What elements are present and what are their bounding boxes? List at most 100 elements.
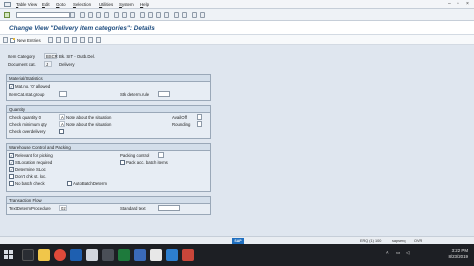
availoff-field[interactable]: [197, 114, 202, 120]
tray-up-icon[interactable]: ˄: [386, 250, 389, 255]
menu-help[interactable]: Help: [140, 2, 149, 7]
system-info[interactable]: ERQ (1) 100: [360, 239, 381, 243]
menu-utilities[interactable]: Utilities: [99, 2, 113, 7]
document-cat-field[interactable]: J: [44, 61, 52, 67]
previous-entry-icon[interactable]: [72, 37, 77, 43]
excel-icon[interactable]: [118, 249, 130, 261]
volume-icon[interactable]: ◁: [406, 250, 409, 256]
determine-sloc-label: Determine SLoc: [15, 167, 46, 172]
find-icon[interactable]: [122, 12, 127, 18]
word-icon[interactable]: [134, 249, 146, 261]
standard-text-field[interactable]: [158, 205, 180, 211]
check-minimum-qty-text: Note about the situation: [66, 122, 112, 127]
menu-bar: Table View Edit Goto Selection Utilities…: [0, 0, 474, 9]
page-title: Change View "Delivery item categories": …: [9, 25, 155, 32]
check-minimum-qty-field[interactable]: A: [59, 121, 65, 127]
find-next-icon[interactable]: [130, 12, 135, 18]
new-entries-label: New Entries: [17, 37, 41, 43]
work-area: Item Category BSCR Bk. SIT - Outb.Del. D…: [0, 45, 474, 244]
stk-determ-rule-label: Stk determ.rule: [120, 92, 150, 97]
stk-determ-rule-field[interactable]: [158, 91, 170, 97]
relevant-for-picking-label: Relevant for picking: [15, 153, 53, 158]
back-icon[interactable]: [88, 12, 93, 18]
print-icon[interactable]: [114, 12, 119, 18]
new-entries-button[interactable]: New Entries: [10, 37, 41, 43]
sloc-required-checkbox[interactable]: ✓: [9, 160, 14, 165]
availoff-label: AvailOff: [172, 115, 187, 120]
determine-sloc-checkbox[interactable]: ✓: [9, 167, 14, 172]
close-icon[interactable]: ×: [466, 1, 469, 7]
relevant-for-picking-checkbox[interactable]: ✓: [9, 153, 14, 158]
new-session-icon[interactable]: [174, 12, 179, 18]
next-entry-icon[interactable]: [80, 37, 85, 43]
layout-icon[interactable]: [200, 12, 205, 18]
item-category-label: Item Category: [8, 54, 35, 59]
pack-acc-batch-items-checkbox[interactable]: [120, 160, 125, 165]
menu-selection[interactable]: Selection: [73, 2, 91, 7]
standard-text-label: Standard text: [120, 206, 146, 211]
quantity-title: Quantity: [7, 106, 210, 113]
undo-icon[interactable]: [64, 37, 69, 43]
shortcut-icon[interactable]: [182, 12, 187, 18]
warehouse-title: Warehouse Control and Packing: [7, 144, 210, 151]
command-history-icon[interactable]: [70, 12, 75, 18]
outlook-icon[interactable]: [70, 249, 82, 261]
document-cat-description: Delivery: [59, 62, 75, 67]
notes-icon[interactable]: [150, 249, 162, 261]
copy-icon[interactable]: [48, 37, 53, 43]
rounding-field[interactable]: [197, 121, 202, 127]
text-determ-procedure-field[interactable]: 02: [59, 205, 67, 211]
save-icon[interactable]: [80, 12, 85, 18]
new-entries-icon: [10, 37, 15, 43]
enter-icon[interactable]: [4, 12, 10, 18]
sloc-required-label: StLocation required: [15, 160, 53, 165]
network-icon[interactable]: ▭: [396, 250, 400, 256]
deselect-all-icon[interactable]: [96, 37, 101, 43]
no-batch-check-label: No batch check: [15, 181, 45, 186]
itemcat-stat-group-field[interactable]: [59, 91, 67, 97]
previous-page-icon[interactable]: [148, 12, 153, 18]
no-batch-check-checkbox[interactable]: [9, 181, 14, 186]
menu-goto[interactable]: Goto: [56, 2, 66, 7]
menu-edit[interactable]: Edit: [42, 2, 50, 7]
title-bar: Change View "Delivery item categories": …: [0, 21, 474, 35]
status-bar: SAP ERQ (1) 100 sapserq OVR: [0, 236, 474, 244]
file-explorer-icon[interactable]: [38, 249, 50, 261]
check-minimum-qty-label: Check minimum qty: [9, 122, 47, 127]
menu-system[interactable]: System: [119, 2, 134, 7]
mat-no-allowed-checkbox[interactable]: ✓: [9, 84, 14, 89]
server-info: sapserq: [392, 239, 406, 243]
next-page-icon[interactable]: [156, 12, 161, 18]
dont-chk-st-loc-checkbox[interactable]: [9, 174, 14, 179]
app-icon[interactable]: [86, 249, 98, 261]
maximize-icon[interactable]: ▫: [457, 1, 459, 7]
material-statistics-title: Material/Statistics: [7, 75, 210, 82]
application-toolbar: New Entries: [0, 35, 474, 45]
select-all-icon[interactable]: [88, 37, 93, 43]
windows-start-icon[interactable]: [4, 250, 14, 260]
search-icon[interactable]: [22, 249, 34, 261]
powerpoint-icon[interactable]: [182, 249, 194, 261]
system-clock[interactable]: 3:22 PM 8/23/2019: [448, 248, 468, 260]
cancel-icon[interactable]: [104, 12, 109, 18]
exit-nav-icon[interactable]: [96, 12, 101, 18]
chrome-icon[interactable]: [54, 249, 66, 261]
sap-logon-icon[interactable]: [166, 249, 178, 261]
packing-control-field[interactable]: [158, 152, 164, 158]
minimize-icon[interactable]: –: [448, 1, 451, 7]
display-change-icon[interactable]: [3, 37, 8, 43]
menu-table-view[interactable]: Table View: [16, 2, 37, 7]
dont-chk-st-loc-label: Don't chk st. loc.: [15, 174, 47, 179]
check-overdelivery-checkbox[interactable]: [59, 129, 64, 134]
help-icon[interactable]: [192, 12, 197, 18]
auto-batch-determ-checkbox[interactable]: [67, 181, 72, 186]
item-category-field[interactable]: BSCR: [44, 53, 58, 59]
first-page-icon[interactable]: [140, 12, 145, 18]
app-icon-2[interactable]: [102, 249, 114, 261]
last-page-icon[interactable]: [164, 12, 169, 18]
check-overdelivery-label: Check overdelivery: [9, 129, 46, 134]
delete-icon[interactable]: [56, 37, 61, 43]
check-quantity-0-field[interactable]: A: [59, 114, 65, 120]
exit-icon[interactable]: [4, 2, 11, 7]
command-field[interactable]: [16, 12, 70, 18]
